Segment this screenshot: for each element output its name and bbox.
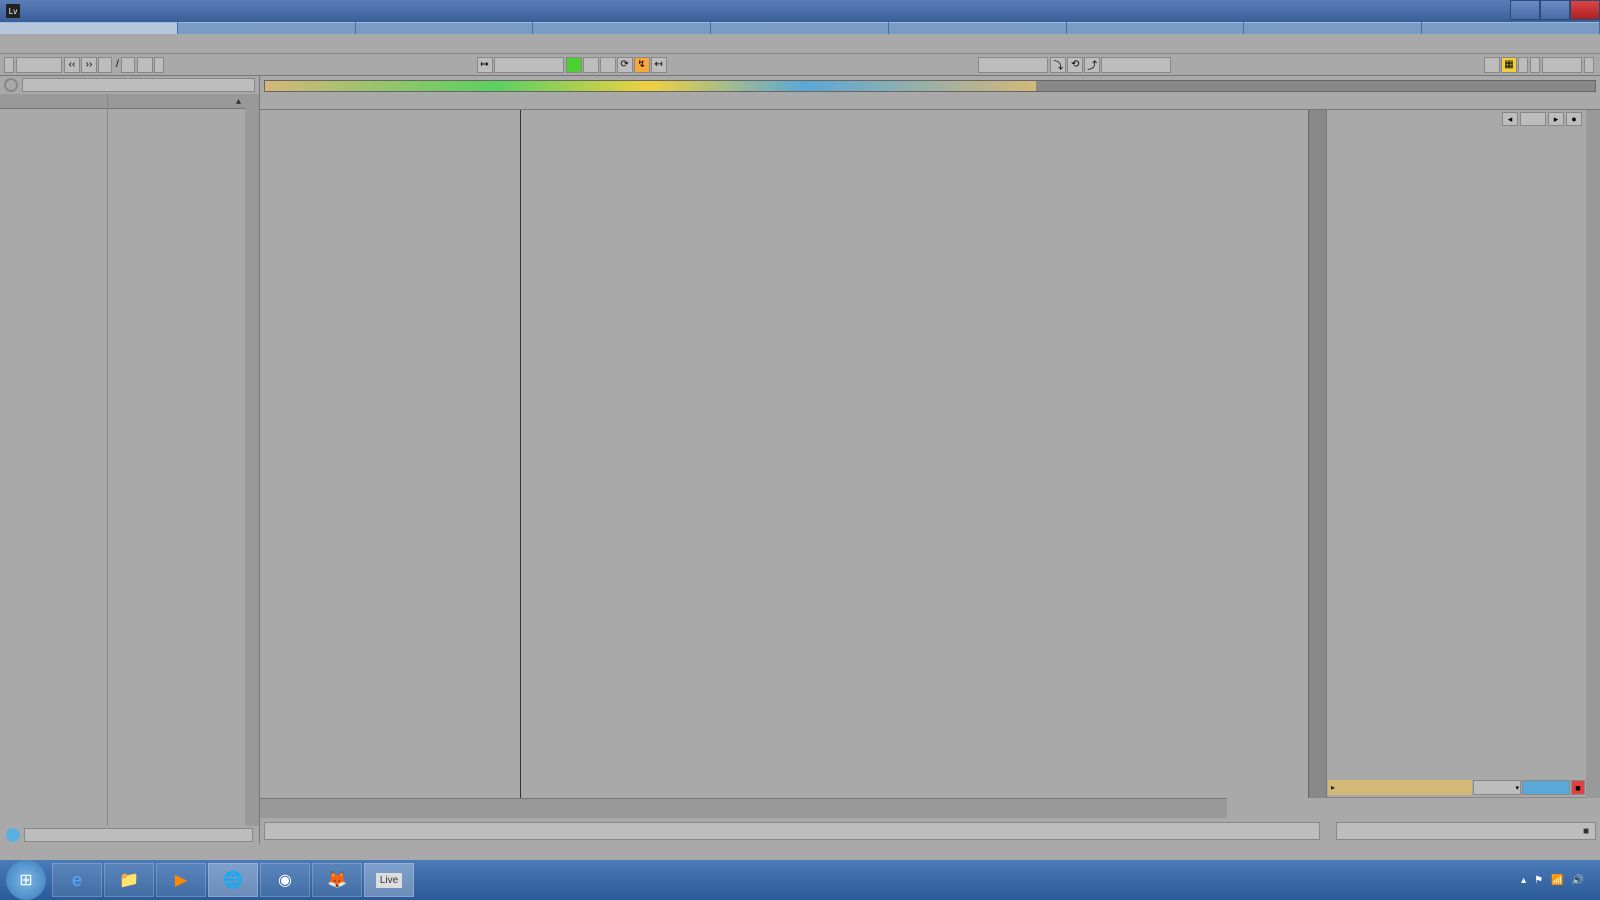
master-name[interactable]: ▸ — [1328, 780, 1472, 795]
status-bar-right: ■ — [1336, 822, 1596, 840]
meters-column — [1308, 110, 1326, 798]
minimize-button[interactable] — [1510, 0, 1540, 20]
master-out-select[interactable] — [1473, 780, 1521, 795]
taskbar-chrome[interactable]: 🌐 — [208, 863, 258, 897]
reenable-automation-button[interactable]: ↤ — [651, 57, 667, 73]
locator-button[interactable]: ● — [1566, 112, 1582, 126]
browser-panel: ▴ — [0, 76, 260, 844]
loop-button[interactable]: ⟲ — [1067, 57, 1083, 73]
track-mixer-panel: ◂ ▸ ● ▸ ■ — [1326, 110, 1586, 798]
marker-set-button[interactable] — [1520, 112, 1546, 126]
tempo-field[interactable] — [16, 57, 62, 73]
master-stop-button[interactable]: ■ — [1571, 780, 1585, 795]
app-icon: Lv — [6, 4, 20, 18]
start-button[interactable]: ⊞ — [6, 860, 46, 900]
browser-collapse-button[interactable] — [4, 78, 18, 92]
record-button[interactable] — [600, 57, 616, 73]
draw-mode-button[interactable] — [1484, 57, 1500, 73]
places-header — [0, 109, 107, 115]
status-bar — [264, 822, 1320, 840]
playhead — [520, 110, 521, 798]
time-ruler[interactable] — [260, 798, 1227, 818]
preview-button[interactable] — [6, 828, 20, 842]
tempo-nudge-down[interactable]: ‹‹ — [64, 57, 80, 73]
categories-header — [0, 94, 107, 109]
sig-numerator[interactable] — [98, 57, 112, 73]
marker-prev-button[interactable]: ◂ — [1502, 112, 1518, 126]
taskbar-explorer[interactable]: 📁 — [104, 863, 154, 897]
master-volume[interactable] — [1522, 780, 1570, 795]
midi-map-button[interactable] — [1530, 57, 1540, 73]
tray-flag-icon[interactable]: ⚑ — [1534, 875, 1543, 886]
marker-next-button[interactable]: ▸ — [1548, 112, 1564, 126]
arrangement-view: ◂ ▸ ● ▸ ■ — [260, 76, 1600, 844]
track-lanes-area[interactable] — [260, 110, 1308, 798]
tap-tempo-button[interactable] — [4, 57, 14, 73]
window-title-bar: Lv — [0, 0, 1600, 22]
taskbar-wmp[interactable]: ▶ — [156, 863, 206, 897]
tray-network-icon[interactable]: 📶 — [1551, 875, 1563, 886]
arrangement-position[interactable] — [494, 57, 564, 73]
search-input[interactable] — [22, 78, 255, 92]
taskbar-live[interactable]: Live — [364, 863, 414, 897]
computer-midi-keyboard[interactable]: ▦ — [1501, 57, 1517, 73]
sort-icon[interactable]: ▴ — [236, 96, 241, 107]
taskbar-firefox[interactable]: 🦊 — [312, 863, 362, 897]
browser-scrollbar[interactable] — [245, 94, 259, 826]
tempo-nudge-up[interactable]: ›› — [81, 57, 97, 73]
beat-ruler[interactable] — [260, 94, 1600, 110]
punch-out-button[interactable]: ⤴ — [1084, 57, 1100, 73]
loop-length[interactable] — [1101, 57, 1171, 73]
loop-start[interactable] — [978, 57, 1048, 73]
follow-button[interactable]: ↦ — [477, 57, 493, 73]
overdub-button[interactable]: ⟳ — [617, 57, 633, 73]
tray-volume-icon[interactable]: 🔊 — [1572, 875, 1584, 886]
stop-button[interactable] — [583, 57, 599, 73]
overload-indicator[interactable] — [1584, 57, 1594, 73]
zoom-ratio — [1227, 798, 1322, 818]
arrangement-scrollbar[interactable] — [1586, 110, 1600, 798]
sig-denominator[interactable] — [121, 57, 135, 73]
tray-chevron-icon[interactable]: ▴ — [1521, 875, 1526, 886]
automation-arm-button[interactable]: ↯ — [634, 57, 650, 73]
taskbar-steam[interactable]: ◉ — [260, 863, 310, 897]
windows-taskbar: ⊞ e 📁 ▶ 🌐 ◉ 🦊 Live ▴ ⚑ 📶 🔊 — [0, 860, 1600, 900]
arrangement-overview[interactable] — [264, 80, 1596, 92]
close-button[interactable] — [1570, 0, 1600, 20]
metronome-button[interactable] — [137, 57, 153, 73]
menu-bar — [0, 34, 1600, 54]
quantize-menu[interactable] — [154, 57, 164, 73]
punch-in-button[interactable]: ⤵ — [1050, 57, 1066, 73]
play-button[interactable] — [566, 57, 582, 73]
maximize-button[interactable] — [1540, 0, 1570, 20]
taskbar-ie[interactable]: e — [52, 863, 102, 897]
cpu-meter — [1542, 57, 1582, 73]
aero-tabs — [0, 22, 1600, 34]
browser-bottom-input[interactable] — [24, 828, 253, 842]
control-bar: ‹‹ ›› / ↦ ⟳ ↯ ↤ ⤵ ⟲ ⤴ ▦ — [0, 54, 1600, 76]
master-strip: ▸ ■ — [1327, 779, 1586, 798]
key-map-button[interactable] — [1518, 57, 1528, 73]
